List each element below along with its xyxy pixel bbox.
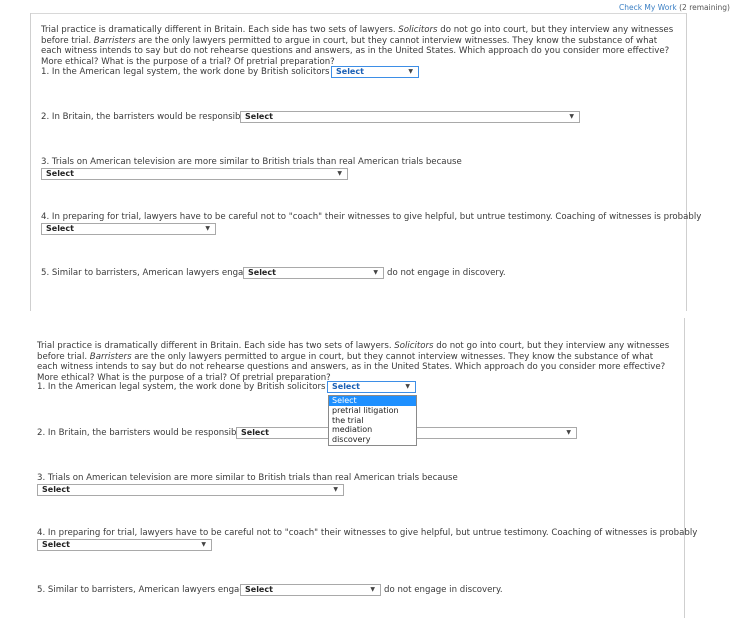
select-value: Select	[241, 428, 269, 437]
question-4b: 4. In preparing for trial, lawyers have …	[37, 528, 697, 539]
select-value: Select	[248, 268, 276, 277]
passage-solicitors: Solicitors	[394, 341, 434, 351]
chevron-down-icon: ▼	[566, 429, 571, 436]
question-2: 2. In Britain, the barristers would be r…	[41, 112, 263, 123]
check-my-work-link[interactable]: Check My Work (2 remaining)	[619, 3, 730, 12]
header-divider	[30, 13, 686, 14]
dropdown-option-discovery[interactable]: discovery	[329, 435, 416, 445]
question-3: 3. Trials on American television are mor…	[41, 157, 462, 168]
question-2b: 2. In Britain, the barristers would be r…	[37, 428, 259, 439]
question-2-text: 2. In Britain, the barristers would be r…	[37, 428, 259, 438]
select-value: Select	[46, 224, 74, 233]
question-5b-select[interactable]: Select ▼	[240, 584, 381, 596]
dropdown-option-select[interactable]: Select	[329, 396, 416, 406]
dropdown-option-pretrial-litigation[interactable]: pretrial litigation	[329, 406, 416, 416]
question-3-text: 3. Trials on American television are mor…	[41, 157, 462, 167]
check-my-work-label: Check My Work	[618, 3, 677, 12]
question-2-text: 2. In Britain, the barristers would be r…	[41, 112, 263, 122]
question-3-text: 3. Trials on American television are mor…	[37, 473, 458, 483]
question-1-text: 1. In the American legal system, the wor…	[37, 382, 364, 392]
passage-solicitors: Solicitors	[398, 25, 438, 35]
question-4b-select[interactable]: Select ▼	[37, 539, 212, 551]
passage-part-3: are the only lawyers permitted to argue …	[37, 351, 666, 383]
select-value: Select	[42, 540, 70, 549]
passage-barristers: Barristers	[89, 351, 132, 362]
select-value: Select	[42, 485, 70, 494]
question-4-text: 4. In preparing for trial, lawyers have …	[37, 528, 698, 538]
chevron-down-icon: ▼	[405, 383, 410, 390]
question-4-text: 4. In preparing for trial, lawyers have …	[41, 212, 702, 222]
question-1b: 1. In the American legal system, the wor…	[37, 382, 363, 393]
question-1: 1. In the American legal system, the wor…	[41, 67, 367, 78]
question-3b-select[interactable]: Select ▼	[37, 484, 344, 496]
panel-right-border-2	[684, 318, 685, 618]
question-5-select[interactable]: Select ▼	[243, 267, 384, 279]
question-1-select[interactable]: Select ▼	[331, 66, 419, 78]
chevron-down-icon: ▼	[333, 486, 338, 493]
chevron-down-icon: ▼	[201, 541, 206, 548]
panel-right-border	[686, 13, 687, 311]
passage-text-2: Trial practice is dramatically different…	[37, 341, 673, 383]
question-3-select[interactable]: Select ▼	[41, 168, 348, 180]
chevron-down-icon: ▼	[373, 269, 378, 276]
select-value: Select	[245, 112, 273, 121]
passage-barristers: Barristers	[93, 35, 136, 46]
question-5-text-after: do not engage in discovery.	[384, 585, 503, 595]
question-5: 5. Similar to barristers, American lawye…	[41, 268, 270, 279]
question-1-text: 1. In the American legal system, the wor…	[41, 67, 368, 77]
passage-part-1: Trial practice is dramatically different…	[41, 25, 399, 35]
select-value: Select	[46, 169, 74, 178]
question-1b-dropdown-list[interactable]: Select pretrial litigation the trial med…	[328, 395, 417, 446]
question-5-after: do not engage in discovery.	[387, 268, 506, 279]
passage-part-3: are the only lawyers permitted to argue …	[41, 35, 670, 67]
question-5-text-after: do not engage in discovery.	[387, 268, 506, 278]
dropdown-option-the-trial[interactable]: the trial	[329, 416, 416, 426]
passage-text: Trial practice is dramatically different…	[41, 25, 677, 67]
question-1b-select[interactable]: Select ▼	[327, 381, 416, 393]
question-5b-after: do not engage in discovery.	[384, 585, 503, 596]
question-4-select[interactable]: Select ▼	[41, 223, 216, 235]
dropdown-option-mediation[interactable]: mediation	[329, 425, 416, 435]
chevron-down-icon: ▼	[337, 170, 342, 177]
chevron-down-icon: ▼	[205, 225, 210, 232]
remaining-count: (2 remaining)	[679, 3, 730, 12]
select-value: Select	[336, 67, 364, 76]
select-value: Select	[332, 382, 360, 391]
chevron-down-icon: ▼	[370, 586, 375, 593]
question-3b: 3. Trials on American television are mor…	[37, 473, 458, 484]
passage-part-1: Trial practice is dramatically different…	[37, 341, 395, 351]
chevron-down-icon: ▼	[408, 68, 413, 75]
question-5b: 5. Similar to barristers, American lawye…	[37, 585, 266, 596]
question-5-text-before: 5. Similar to barristers, American lawye…	[37, 585, 267, 595]
select-value: Select	[245, 585, 273, 594]
panel-left-border	[30, 13, 31, 311]
question-2-select[interactable]: Select ▼	[240, 111, 580, 123]
question-5-text-before: 5. Similar to barristers, American lawye…	[41, 268, 271, 278]
question-4: 4. In preparing for trial, lawyers have …	[41, 212, 701, 223]
chevron-down-icon: ▼	[569, 113, 574, 120]
